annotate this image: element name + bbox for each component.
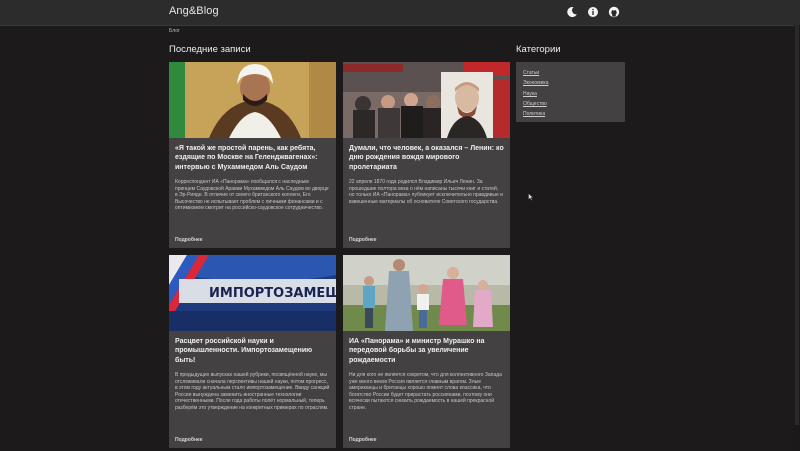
- github-icon[interactable]: [608, 6, 620, 18]
- read-more-link[interactable]: Подробнее: [175, 237, 203, 243]
- category-link-politics[interactable]: Политика: [523, 109, 625, 119]
- post-image[interactable]: [343, 62, 510, 138]
- breadcrumb[interactable]: Блог: [169, 28, 180, 34]
- post-card[interactable]: «Я такой же простой парень, как ребята, …: [169, 62, 336, 248]
- read-more-link[interactable]: Подробнее: [349, 437, 377, 443]
- banner-text: ИМПОРТОЗАМЕЩЕНИ: [209, 286, 336, 301]
- category-link-articles[interactable]: Статьи: [523, 68, 625, 78]
- section-title: Последние записи: [169, 44, 251, 55]
- post-image[interactable]: [343, 255, 510, 331]
- moon-icon[interactable]: [566, 6, 578, 18]
- nav-icons: [566, 6, 620, 18]
- post-image[interactable]: ИМПОРТОЗАМЕЩЕНИ: [169, 255, 336, 331]
- top-navbar: Ang&Blog: [0, 0, 800, 26]
- post-title[interactable]: Расцвет российской науки и промышленност…: [175, 337, 330, 365]
- scrollbar[interactable]: [794, 25, 800, 451]
- category-link-science[interactable]: Наука: [523, 89, 625, 99]
- post-image[interactable]: [169, 62, 336, 138]
- info-icon[interactable]: [587, 6, 599, 18]
- category-link-economy[interactable]: Экономика: [523, 78, 625, 88]
- categories-list: Статьи Экономика Наука Общество Политика: [516, 62, 625, 119]
- post-title[interactable]: «Я такой же простой парень, как ребята, …: [175, 144, 330, 172]
- post-excerpt: 22 апреля 1870 года родился Владимир Иль…: [349, 179, 503, 205]
- categories-title: Категории: [516, 44, 561, 55]
- post-card[interactable]: Думали, что человек, а оказался – Ленин:…: [343, 62, 510, 248]
- post-excerpt: В предыдущих выпусках нашей рубрики, пос…: [175, 372, 330, 411]
- post-excerpt: Ни для кого не является секретом, что дл…: [349, 372, 502, 411]
- category-link-society[interactable]: Общество: [523, 99, 625, 109]
- post-title[interactable]: Думали, что человек, а оказался – Ленин:…: [349, 144, 504, 172]
- categories-panel: Статьи Экономика Наука Общество Политика: [516, 62, 625, 122]
- read-more-link[interactable]: Подробнее: [349, 237, 377, 243]
- post-card[interactable]: ИА «Панорама» и министр Мурашко на перед…: [343, 255, 510, 448]
- mouse-cursor-icon: [528, 193, 534, 201]
- brand-logo[interactable]: Ang&Blog: [169, 5, 219, 17]
- read-more-link[interactable]: Подробнее: [175, 437, 203, 443]
- post-title[interactable]: ИА «Панорама» и министр Мурашко на перед…: [349, 337, 504, 365]
- scrollbar-thumb[interactable]: [795, 25, 799, 425]
- post-card[interactable]: ИМПОРТОЗАМЕЩЕНИ Расцвет российской науки…: [169, 255, 336, 448]
- post-excerpt: Корреспондент ИА «Панорама» пообщался с …: [175, 179, 329, 212]
